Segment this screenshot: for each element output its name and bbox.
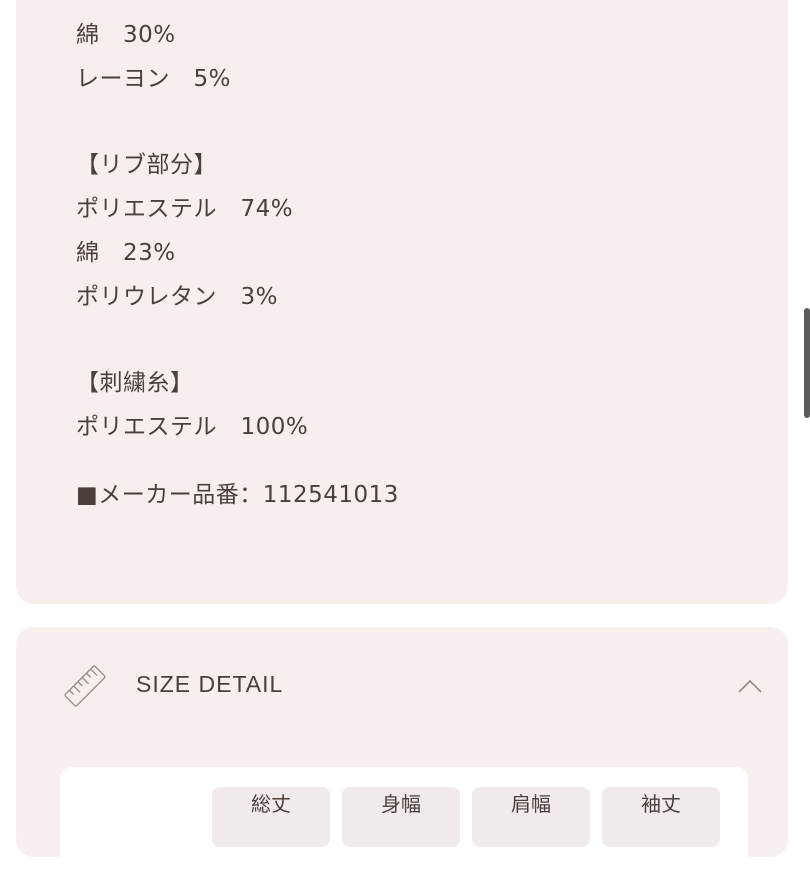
- material-line: ポリエステル 100%: [76, 414, 309, 440]
- material-card: ポ ﾘ ｴ ｽ ﾃ ﾙ % 綿 30% レーヨン 5% 【リブ部分】 ポリエステ…: [16, 0, 788, 604]
- material-line: ポリエステル 74%: [76, 196, 294, 222]
- size-table: 総丈 身幅 肩幅 袖丈: [60, 767, 748, 887]
- chevron-up-icon[interactable]: [736, 677, 764, 695]
- size-detail-header[interactable]: SIZE DETAIL: [16, 627, 788, 747]
- material-section-heading: 【刺繍糸】: [76, 370, 194, 396]
- scrollbar[interactable]: [804, 308, 810, 418]
- material-line: レーヨン 5%: [76, 66, 231, 92]
- material-line: 綿 30%: [76, 22, 176, 48]
- size-detail-card: SIZE DETAIL 総丈 身幅 肩幅 袖丈: [16, 627, 788, 887]
- size-detail-title: SIZE DETAIL: [136, 671, 284, 697]
- size-column-header: 袖丈: [602, 787, 720, 847]
- material-section-heading: 【リブ部分】: [76, 152, 217, 178]
- material-line: 綿 23%: [76, 240, 176, 266]
- ruler-icon: [64, 665, 106, 707]
- material-line: ポリウレタン 3%: [76, 284, 278, 310]
- size-column-header: 身幅: [342, 787, 460, 847]
- size-column-header: 肩幅: [472, 787, 590, 847]
- size-column-header: 総丈: [212, 787, 330, 847]
- maker-product-number: ■メーカー品番：112541013: [76, 482, 399, 508]
